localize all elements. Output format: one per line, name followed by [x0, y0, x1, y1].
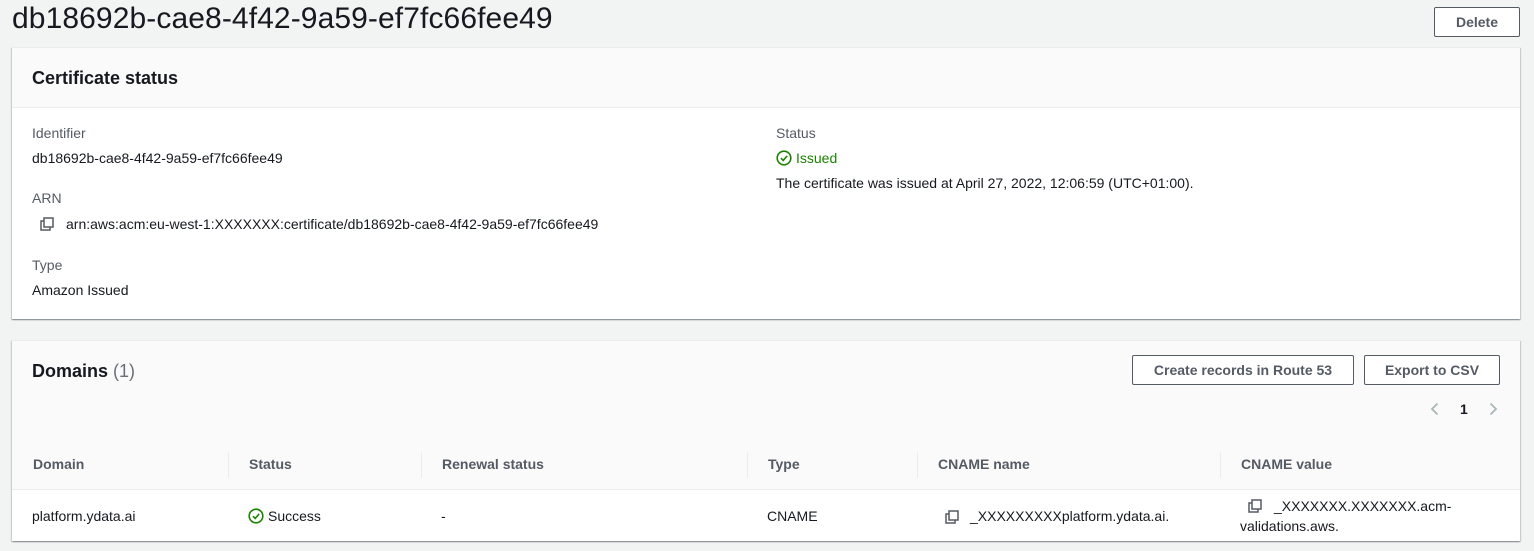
status-detail: The certificate was issued at April 27, … [776, 175, 1194, 191]
column-header-type[interactable]: Type [768, 456, 800, 472]
column-divider [747, 452, 748, 478]
type-value: Amazon Issued [32, 282, 129, 298]
export-csv-button[interactable]: Export to CSV [1364, 355, 1500, 385]
status-label: Status [776, 125, 816, 141]
copy-icon[interactable] [945, 510, 959, 524]
type-label: Type [32, 257, 63, 273]
column-divider [421, 452, 422, 478]
column-header-cname-name[interactable]: CNAME name [938, 456, 1030, 472]
status-value: Issued [796, 150, 838, 166]
column-header-renewal-status[interactable]: Renewal status [442, 456, 544, 472]
column-header-cname-value[interactable]: CNAME value [1241, 456, 1332, 472]
cell-status: Success [268, 508, 321, 524]
chevron-left-icon[interactable] [1428, 402, 1442, 416]
domains-heading: Domains (1) [32, 361, 135, 382]
certificate-status-header: Certificate status [12, 48, 1520, 108]
cell-domain: platform.ydata.ai [32, 508, 136, 524]
domains-count: (1) [113, 361, 136, 381]
status-success-icon [776, 150, 792, 166]
column-header-status[interactable]: Status [249, 456, 292, 472]
cell-cname-value-line2: validations.aws. [1240, 518, 1339, 534]
column-divider [1220, 452, 1221, 478]
cell-cname-name: _XXXXXXXXXplatform.ydata.ai. [970, 508, 1170, 524]
cell-type: CNAME [767, 508, 818, 524]
domains-panel: Domains (1) Create records in Route 53 E… [12, 340, 1520, 541]
copy-icon[interactable] [40, 217, 54, 231]
table-row: platform.ydata.ai Success - CNAME _XXXXX… [12, 490, 1520, 542]
status-success-icon [248, 508, 264, 524]
domains-table-header: Domain Status Renewal status Type CNAME … [12, 440, 1520, 490]
cell-renewal-status: - [441, 508, 446, 524]
identifier-value: db18692b-cae8-4f42-9a59-ef7fc66fee49 [32, 150, 283, 166]
column-divider [917, 452, 918, 478]
page-header: db18692b-cae8-4f42-9a59-ef7fc66fee49 Del… [0, 0, 1534, 46]
copy-icon[interactable] [1248, 499, 1262, 513]
column-divider [228, 452, 229, 478]
certificate-status-heading: Certificate status [32, 68, 179, 88]
arn-label: ARN [32, 190, 62, 206]
page-title: db18692b-cae8-4f42-9a59-ef7fc66fee49 [12, 2, 553, 35]
certificate-status-panel: Certificate status Identifier db18692b-c… [12, 47, 1520, 319]
page-number[interactable]: 1 [1460, 401, 1468, 417]
column-header-domain[interactable]: Domain [33, 456, 84, 472]
domains-heading-text: Domains [32, 361, 109, 381]
create-records-route53-button[interactable]: Create records in Route 53 [1132, 355, 1354, 385]
domains-header: Domains (1) Create records in Route 53 E… [12, 341, 1520, 441]
arn-value: arn:aws:acm:eu-west-1:XXXXXXX:certificat… [66, 216, 599, 232]
identifier-label: Identifier [32, 125, 86, 141]
cell-cname-value-line1: _XXXXXXX.XXXXXXX.acm- [1274, 498, 1452, 514]
chevron-right-icon[interactable] [1486, 402, 1500, 416]
delete-button[interactable]: Delete [1434, 7, 1520, 37]
